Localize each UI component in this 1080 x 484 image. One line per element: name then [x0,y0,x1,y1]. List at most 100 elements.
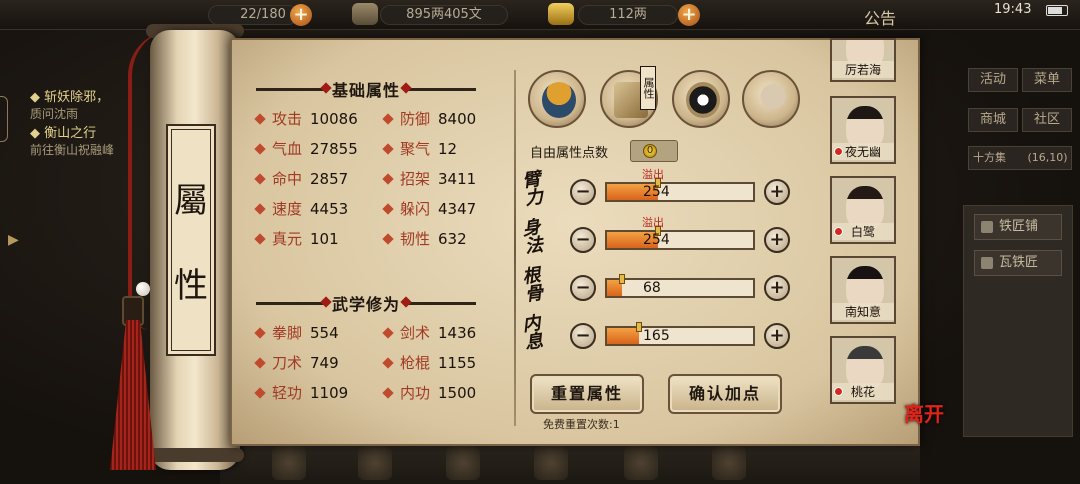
active-tab-flag: 属性 [640,66,656,110]
expand-arrow-icon[interactable]: ▶ [8,232,22,252]
increase-button[interactable]: + [764,227,790,253]
tab-bagua[interactable] [672,70,730,128]
stat-value: 1109 [310,384,349,402]
coins-display: 895两405文 [380,5,508,25]
bottom-nav-bar [220,440,920,484]
stat-name: 防御 [400,110,431,128]
menu-main[interactable]: 菜单 [1022,68,1072,92]
attribute-value: 68 [643,280,661,296]
decrease-button[interactable]: − [570,227,596,253]
tab-hero[interactable] [528,70,586,128]
diamond-bullet-icon [254,173,266,185]
silver-display: 112两 [578,5,678,25]
attribute-label: 身法 [521,216,543,258]
stat-name: 内功 [400,384,431,402]
party-member-portrait[interactable]: 桃花 [830,336,896,404]
notification-dot-icon [834,227,843,236]
announcement-button[interactable]: 公告 [864,5,896,29]
diamond-bullet-icon [382,203,394,215]
basic-stat: 躲闪 4347 [382,198,477,220]
menu-community[interactable]: 社区 [1022,108,1072,132]
martial-stat: 剑术 1436 [382,322,476,344]
free-reset-count: 免费重置次数:1 [543,418,620,431]
decrease-button[interactable]: − [570,323,596,349]
diamond-bullet-icon [254,327,266,339]
location-display: 十方集 (16,10) [968,146,1072,170]
stat-name: 拳脚 [272,324,303,342]
diamond-bullet-icon [382,173,394,185]
shop-blacksmith-2[interactable]: 瓦铁匠 [974,250,1062,276]
reset-attributes-button[interactable]: 重置属性 [530,374,644,414]
tab-meridian[interactable] [742,70,800,128]
martial-stat: 枪棍 1155 [382,352,476,374]
shop-icon [981,221,993,233]
diamond-bullet-icon [254,143,266,155]
menu-activity[interactable]: 活动 [968,68,1018,92]
nav-icon-3[interactable] [446,446,480,480]
stat-name: 真元 [272,230,303,248]
scroll-title-char: 屬 [174,181,208,221]
attribute-value: 254 [643,184,670,200]
stat-value: 10086 [310,110,358,128]
game-screen: 22/180 + 895两405文 112两 + 公告 19:43 ◆ 斩妖除邪… [0,0,1080,484]
menu-store[interactable]: 商城 [968,108,1018,132]
nav-icon-2[interactable] [358,446,392,480]
stat-value: 4347 [438,200,477,218]
increase-button[interactable]: + [764,323,790,349]
overflow-label: 溢出 [642,168,664,181]
bar-marker-icon [618,274,625,284]
stat-name: 气血 [272,140,303,158]
decrease-button[interactable]: − [570,179,596,205]
stat-name: 躲闪 [400,200,431,218]
attribute-bar: 254 [605,178,755,202]
leave-button[interactable]: 离开 [904,404,948,450]
scroll-rod-cap [146,448,244,462]
party-member-name: 厉若海 [832,61,894,78]
martial-stat: 刀术 749 [254,352,339,374]
nav-icon-6[interactable] [712,446,746,480]
shop-icon [981,257,993,269]
stamina-value: 22/180 [240,7,286,22]
shop-blacksmith-1[interactable]: 铁匠铺 [974,214,1062,240]
stat-name: 命中 [272,170,303,188]
party-member-portrait[interactable]: 南知意 [830,256,896,324]
stat-value: 4453 [310,200,349,218]
basic-stat: 攻击 10086 [254,108,358,130]
free-points-label: 自由属性点数 [530,146,609,161]
stat-name: 轻功 [272,384,303,402]
add-stamina-button[interactable]: + [290,4,312,26]
stat-value: 2857 [310,170,349,188]
nav-icon-1[interactable] [272,446,306,480]
stat-name: 刀术 [272,354,303,372]
stat-name: 剑术 [400,324,431,342]
party-member-portrait[interactable]: 夜无幽 [830,96,896,164]
party-member-name: 南知意 [832,303,894,320]
stat-value: 554 [310,324,339,342]
free-points-value: 0 [643,144,657,158]
meridian-icon [756,82,790,118]
battery-icon [1046,5,1068,16]
diamond-bullet-icon [382,233,394,245]
party-member-portrait[interactable]: 厉若海 [830,38,896,82]
stat-value: 632 [438,230,467,248]
side-tab[interactable] [0,96,8,142]
nav-icon-4[interactable] [534,446,568,480]
stat-name: 韧性 [400,230,431,248]
confirm-points-button[interactable]: 确认加点 [668,374,782,414]
coins-value: 895两405文 [406,7,482,22]
diamond-bullet-icon [382,387,394,399]
martial-stat: 内功 1500 [382,382,476,404]
increase-button[interactable]: + [764,275,790,301]
diamond-bullet-icon [254,113,266,125]
party-member-portrait[interactable]: 白鹭 [830,176,896,244]
bead-ornament [136,282,150,296]
nav-icon-5[interactable] [624,446,658,480]
stat-value: 8400 [438,110,477,128]
stat-name: 速度 [272,200,303,218]
stat-value: 749 [310,354,339,372]
increase-button[interactable]: + [764,179,790,205]
attribute-bar-fill [607,328,640,344]
diamond-bullet-icon [382,357,394,369]
decrease-button[interactable]: − [570,275,596,301]
add-silver-button[interactable]: + [678,4,700,26]
